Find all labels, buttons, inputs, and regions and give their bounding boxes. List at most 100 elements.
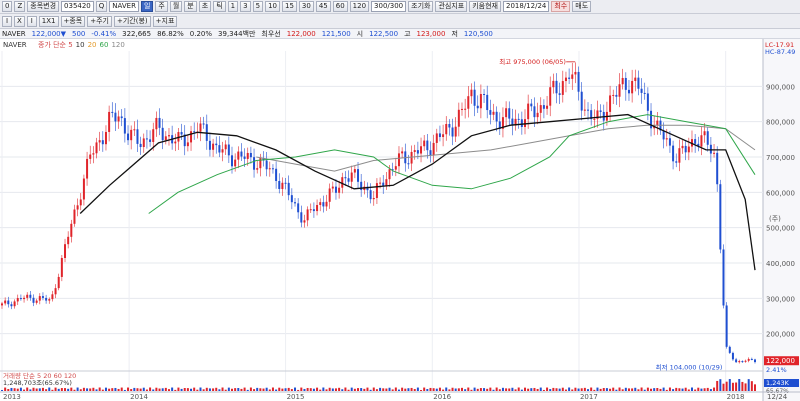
volume-bar: [602, 388, 605, 391]
candle-body: [410, 151, 413, 164]
volume-bar: [145, 389, 148, 391]
y-tick-label-5: 400,000: [766, 260, 795, 268]
toolbar-item-1[interactable]: Z: [14, 1, 26, 12]
toolbar-item-7[interactable]: 주: [155, 1, 168, 12]
volume-bar: [29, 389, 32, 391]
indicator-tab-2[interactable]: +기간(봉): [114, 15, 151, 27]
volume-bar: [158, 388, 161, 391]
toolbar-item-23[interactable]: 관심지표: [435, 1, 468, 12]
candle-body: [599, 110, 602, 112]
candle-body: [86, 158, 89, 179]
candle-body: [300, 212, 303, 223]
candle-body: [199, 123, 202, 132]
candle-body: [394, 166, 397, 170]
candle-body: [517, 118, 520, 120]
toolbar-item-20[interactable]: 120: [349, 1, 370, 12]
candle-body: [627, 89, 630, 94]
candle-body: [174, 141, 177, 144]
toolbar-item-22[interactable]: 조기화: [408, 1, 434, 12]
volume-bar: [331, 388, 334, 391]
last-price-label: 122,000: [766, 357, 795, 365]
candle-body: [558, 93, 561, 95]
volume-bar: [653, 388, 656, 391]
chart-title: NAVER: [3, 41, 27, 49]
toolbar-item-6[interactable]: 일: [140, 1, 154, 12]
volume-bar: [549, 389, 552, 391]
volume-bar: [555, 388, 558, 391]
toolbar-item-14[interactable]: 5: [252, 1, 264, 12]
volume-bar: [196, 389, 199, 391]
toolbar-item-13[interactable]: 3: [240, 1, 251, 12]
toolbar2-item-2[interactable]: I: [26, 15, 37, 27]
volume-bar: [95, 389, 98, 391]
indicator-tab-0[interactable]: +종목: [60, 15, 86, 27]
volume-bar: [136, 388, 139, 391]
candle-body: [744, 360, 747, 362]
candle-body: [212, 143, 215, 150]
toolbar-item-10[interactable]: 초: [198, 1, 212, 12]
volume-bar: [571, 389, 574, 391]
volume-bar: [640, 387, 643, 391]
toolbar2-item-3[interactable]: 1X1: [38, 15, 59, 27]
indicator-tab-3[interactable]: +지표: [152, 15, 178, 27]
volume-bar: [470, 389, 473, 391]
volume-bar: [287, 387, 290, 391]
toolbar-item-11[interactable]: 틱: [213, 1, 226, 12]
candle-body: [240, 151, 243, 157]
candle-body: [492, 111, 495, 115]
volume-bar: [202, 389, 205, 391]
volume-bar: [186, 388, 189, 391]
stock-chart[interactable]: NAVER 종가 단순 5 10 20 60 120 900,000 800,000 700,0…: [0, 39, 800, 401]
candle-body: [328, 188, 331, 202]
volume-bar: [672, 389, 675, 391]
toolbar-item-18[interactable]: 45: [315, 1, 331, 12]
candle-body: [193, 131, 196, 133]
toolbar-item-5[interactable]: NAVER: [109, 1, 139, 12]
volume-bar: [662, 387, 665, 391]
volume-bar: [45, 389, 48, 391]
candle-body: [546, 105, 549, 109]
candle-body: [297, 203, 300, 213]
toolbar-item-24[interactable]: 키움현재: [469, 1, 501, 12]
volume-bar: [316, 387, 319, 391]
volume-bar: [294, 387, 297, 391]
candle-body: [316, 204, 319, 212]
toolbar-item-0[interactable]: 0: [2, 1, 13, 12]
toolbar2-item-0[interactable]: I: [2, 15, 12, 27]
candle-body: [738, 361, 741, 363]
toolbar-item-4[interactable]: Q: [95, 1, 108, 12]
toolbar-item-15[interactable]: 10: [265, 1, 280, 12]
volume-bar: [423, 387, 426, 391]
volume-bar: [262, 388, 265, 391]
toolbar-item-12[interactable]: 1: [227, 1, 239, 12]
candle-body: [186, 142, 189, 147]
candle-body: [524, 119, 527, 127]
toolbar-item-27[interactable]: 매도: [572, 1, 592, 12]
volume-bar: [445, 387, 448, 391]
toolbar-item-26[interactable]: 최수: [551, 1, 571, 12]
candle-body: [713, 152, 716, 154]
volume-bar: [149, 387, 152, 391]
volume-bar: [275, 389, 278, 391]
volume-bar: [101, 389, 104, 391]
toolbar2-item-1[interactable]: X: [14, 15, 25, 27]
volume-bar: [492, 389, 495, 391]
candle-body: [26, 294, 29, 298]
volume-bar: [659, 388, 662, 391]
volume-bar: [130, 389, 133, 391]
toolbar-item-25[interactable]: 2018/12/24: [503, 1, 550, 12]
toolbar-item-19[interactable]: 60: [332, 1, 348, 12]
candle-body: [347, 178, 350, 182]
candle-body: [719, 184, 722, 250]
volume-bar: [505, 388, 508, 391]
candle-body: [145, 138, 148, 140]
toolbar-item-8[interactable]: 월: [169, 1, 183, 12]
toolbar-item-21[interactable]: 300/300: [371, 1, 407, 12]
volume-bar: [224, 389, 227, 391]
toolbar-item-17[interactable]: 30: [298, 1, 314, 12]
toolbar-item-2[interactable]: 종목변경: [27, 1, 60, 12]
toolbar-item-3[interactable]: 035420: [61, 1, 94, 12]
toolbar-item-9[interactable]: 분: [184, 1, 197, 12]
indicator-tab-1[interactable]: +주기: [87, 15, 112, 27]
toolbar-item-16[interactable]: 15: [281, 1, 297, 12]
